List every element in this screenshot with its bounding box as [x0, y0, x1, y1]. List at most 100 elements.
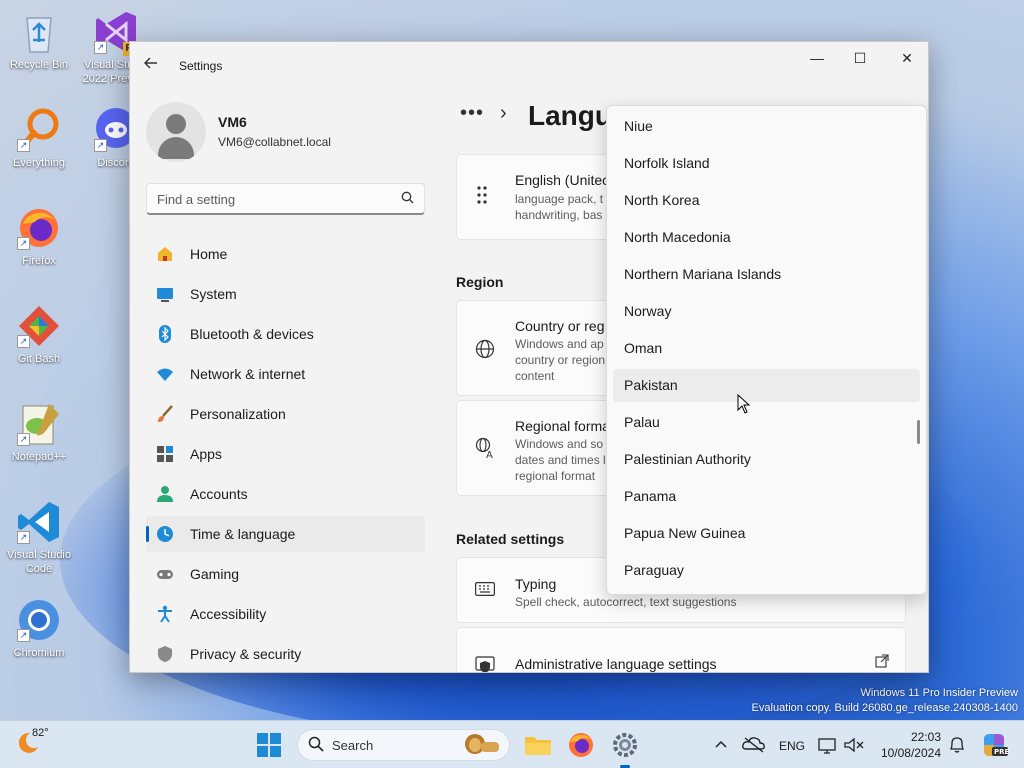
dropdown-option[interactable]: Papua New Guinea: [613, 517, 920, 550]
back-arrow-icon[interactable]: [144, 56, 164, 76]
globe-icon: [475, 339, 495, 364]
option-label: North Macedonia: [624, 229, 731, 245]
dropdown-option-hovered[interactable]: Pakistan: [613, 369, 920, 402]
dropdown-option[interactable]: Palestinian Authority: [613, 443, 920, 476]
dropdown-option[interactable]: North Korea: [613, 184, 920, 217]
dropdown-option[interactable]: Oman: [613, 332, 920, 365]
sidebar-item-home[interactable]: Home: [146, 236, 425, 272]
sidebar-item-bluetooth[interactable]: Bluetooth & devices: [146, 316, 425, 352]
notepad-plus-plus-icon: ↗: [15, 400, 63, 448]
sidebar-item-system[interactable]: System: [146, 276, 425, 312]
dropdown-option[interactable]: Palau: [613, 406, 920, 439]
volume-button[interactable]: [841, 729, 867, 761]
dropdown-option[interactable]: Panama: [613, 480, 920, 513]
close-button[interactable]: ✕: [884, 42, 928, 74]
watermark-line-1: Windows 11 Pro Insider Preview: [860, 687, 1018, 699]
drag-handle-icon[interactable]: [475, 185, 489, 210]
desktop-icon-git-bash[interactable]: ↗ Git Bash: [1, 302, 77, 366]
onedrive-button[interactable]: [740, 729, 768, 761]
desktop-icon-firefox[interactable]: ↗ Firefox: [1, 204, 77, 268]
dropdown-option[interactable]: Paraguay: [613, 554, 920, 587]
brush-icon: [156, 405, 174, 423]
desktop-icon-label: Chromium: [13, 647, 65, 659]
option-label: Panama: [624, 488, 677, 504]
speaker-muted-icon: [844, 737, 864, 753]
weather-widget[interactable]: 82°: [18, 727, 50, 761]
admin-title: Administrative language settings: [515, 656, 717, 672]
sidebar-item-time-language[interactable]: Time & language: [146, 516, 425, 552]
language-sub-1: language pack, t: [515, 192, 604, 206]
related-settings-header: Related settings: [456, 531, 565, 547]
sidebar-item-accounts[interactable]: Accounts: [146, 476, 425, 512]
sidebar-item-gaming[interactable]: Gaming: [146, 556, 425, 592]
desktop-icon-notepad-plus-plus[interactable]: ↗ Notepad++: [1, 400, 77, 464]
format-sub-2: dates and times l: [515, 453, 606, 467]
admin-language-card[interactable]: Administrative language settings: [456, 627, 906, 672]
weather-temperature: 82°: [32, 727, 49, 739]
sidebar-item-label: Personalization: [190, 406, 286, 422]
dropdown-scrollbar[interactable]: [917, 420, 920, 444]
profile-name: VM6: [218, 114, 247, 130]
firefox-taskbar-button[interactable]: [565, 729, 597, 761]
breadcrumb-overflow-button[interactable]: •••: [460, 102, 484, 125]
option-label: Paraguay: [624, 562, 684, 578]
option-label: Pakistan: [624, 377, 678, 393]
minimize-button[interactable]: —: [794, 42, 840, 74]
recycle-bin-icon: [15, 8, 63, 56]
sidebar-item-privacy[interactable]: Privacy & security: [146, 636, 425, 672]
notifications-button[interactable]: [945, 729, 969, 761]
show-hidden-icons-button[interactable]: [708, 729, 734, 761]
start-button[interactable]: [253, 729, 285, 761]
dropdown-option[interactable]: Niue: [613, 110, 920, 143]
sidebar-item-apps[interactable]: Apps: [146, 436, 425, 472]
format-sub-1: Windows and so: [515, 437, 604, 451]
dropdown-option[interactable]: Norfolk Island: [613, 147, 920, 180]
desktop-icon-vscode[interactable]: ↗ Visual Studio Code: [1, 498, 77, 576]
network-button[interactable]: [815, 729, 841, 761]
desktop-icon-recycle-bin[interactable]: Recycle Bin: [1, 8, 77, 72]
settings-taskbar-button[interactable]: [609, 729, 641, 761]
dropdown-option[interactable]: Norway: [613, 295, 920, 328]
sidebar-item-label: Time & language: [190, 526, 296, 542]
sidebar-item-personalization[interactable]: Personalization: [146, 396, 425, 432]
copilot-button[interactable]: PRE: [978, 729, 1010, 761]
search-icon: [401, 191, 414, 207]
desktop-icon-label: Firefox: [22, 255, 56, 267]
sidebar-item-accessibility[interactable]: Accessibility: [146, 596, 425, 632]
taskbar-search-box[interactable]: Search: [297, 729, 510, 761]
clock-date[interactable]: 10/08/2024: [873, 746, 941, 760]
country-dropdown-list[interactable]: Niue Norfolk Island North Korea North Ma…: [606, 105, 927, 595]
evaluation-watermark: Windows 11 Pro Insider Preview Evaluatio…: [752, 686, 1018, 716]
desktop-icon-chromium[interactable]: ↗ Chromium: [1, 596, 77, 660]
desktop-icon-everything[interactable]: ↗ Everything: [1, 106, 77, 170]
file-explorer-button[interactable]: [522, 729, 554, 761]
option-label: Oman: [624, 340, 663, 356]
format-title: Regional forma: [515, 418, 610, 434]
external-link-icon[interactable]: [875, 654, 889, 671]
search-icon: [308, 736, 324, 756]
dropdown-option[interactable]: North Macedonia: [613, 221, 920, 254]
apps-icon: [156, 445, 174, 463]
search-input[interactable]: Find a setting: [146, 183, 425, 215]
desktop-icon-label: Notepad++: [11, 451, 67, 463]
mouse-cursor-icon: [737, 393, 751, 414]
regional-format-icon: A: [475, 437, 497, 464]
sidebar-item-label: Bluetooth & devices: [190, 326, 314, 342]
language-title: English (Unitec: [515, 172, 610, 188]
user-profile[interactable]: VM6 VM6@collabnet.local: [146, 102, 426, 162]
sidebar-item-label: Accessibility: [190, 606, 267, 622]
country-sub-2: country or region: [515, 353, 606, 367]
dropdown-option[interactable]: Northern Mariana Islands: [613, 258, 920, 291]
maximize-button[interactable]: ☐: [837, 42, 883, 74]
sidebar-item-network[interactable]: Network & internet: [146, 356, 425, 392]
input-language-indicator[interactable]: ENG: [779, 739, 805, 753]
clock-time[interactable]: 22:03: [893, 730, 941, 744]
breadcrumb-separator: ›: [500, 102, 507, 124]
sidebar-item-label: Gaming: [190, 566, 240, 582]
time-language-icon: [156, 525, 174, 543]
search-highlight-lion-icon: [461, 732, 501, 758]
shield-icon: [156, 645, 174, 663]
git-bash-icon: ↗: [15, 302, 63, 350]
country-sub-1: Windows and ap: [515, 337, 604, 351]
region-header: Region: [456, 274, 504, 290]
